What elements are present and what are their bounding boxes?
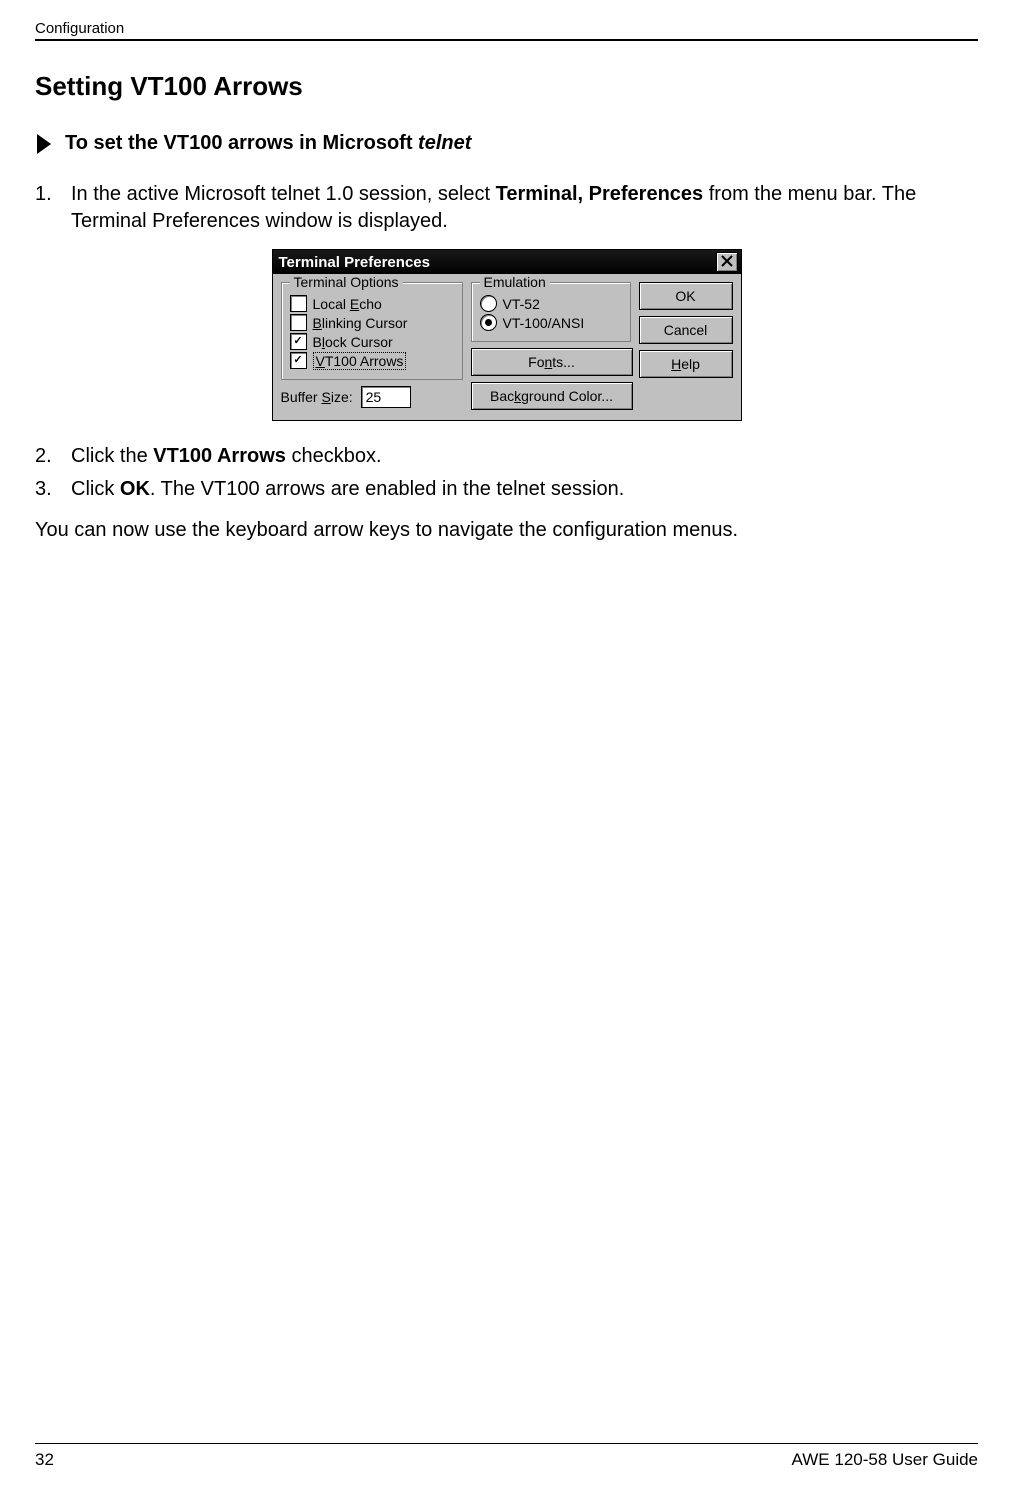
emulation-group: Emulation VT-52 VT-100/ANSI (471, 282, 631, 342)
terminal-options-group: Terminal Options Local Echo Blinking Cur… (281, 282, 463, 380)
col-left: Terminal Options Local Echo Blinking Cur… (281, 282, 463, 412)
buffer-size-row: Buffer Size: 25 (281, 386, 463, 408)
close-icon (721, 254, 733, 271)
terminal-preferences-dialog: Terminal Preferences Terminal Options Lo… (272, 249, 742, 421)
task-heading: To set the VT100 arrows in Microsoft tel… (35, 132, 978, 155)
header-rule (35, 39, 978, 41)
step-body: Click OK. The VT100 arrows are enabled i… (71, 476, 978, 503)
option-label: VT100 Arrows (313, 353, 407, 369)
radio-icon (480, 295, 497, 312)
buffer-label: Buffer Size: (281, 389, 353, 405)
text: checkbox. (286, 445, 382, 467)
page-number: 32 (35, 1450, 54, 1470)
text: In the active Microsoft telnet 1.0 sessi… (71, 183, 496, 205)
step-body: In the active Microsoft telnet 1.0 sessi… (71, 181, 978, 235)
col-mid: Emulation VT-52 VT-100/ANSI Fonts... (471, 282, 631, 412)
background-color-button[interactable]: Background Color... (471, 382, 633, 410)
step-number: 2. (35, 443, 57, 470)
step-2: 2. Click the VT100 Arrows checkbox. (35, 443, 978, 470)
option-label: Blinking Cursor (313, 315, 408, 331)
group-legend: Terminal Options (290, 274, 403, 290)
step-body: Click the VT100 Arrows checkbox. (71, 443, 978, 470)
step-number: 1. (35, 181, 57, 235)
button-label: OK (675, 288, 695, 304)
checkbox-icon: ✓ (290, 352, 307, 369)
text: . The VT100 arrows are enabled in the te… (150, 478, 624, 500)
button-label: Background Color... (490, 388, 613, 404)
fonts-button[interactable]: Fonts... (471, 348, 633, 376)
text: Click the (71, 445, 153, 467)
steps-list: 1. In the active Microsoft telnet 1.0 se… (35, 181, 978, 235)
option-label: VT-100/ANSI (503, 315, 585, 331)
steps-list-2: 2. Click the VT100 Arrows checkbox. 3. C… (35, 443, 978, 503)
button-label: Help (671, 356, 700, 372)
group-legend: Emulation (480, 274, 550, 290)
running-header: Configuration (35, 20, 978, 37)
text-bold: Terminal, Preferences (496, 183, 704, 205)
text-bold: VT100 Arrows (153, 445, 286, 467)
footer-rule (35, 1443, 978, 1444)
dialog-titlebar: Terminal Preferences (273, 250, 741, 274)
local-echo-option[interactable]: Local Echo (290, 295, 454, 312)
cancel-button[interactable]: Cancel (639, 316, 733, 344)
close-button[interactable] (716, 252, 738, 272)
vt52-radio[interactable]: VT-52 (480, 295, 622, 312)
button-label: Cancel (664, 322, 708, 338)
task-prefix: To set the VT100 arrows in Microsoft (65, 132, 418, 154)
blinking-cursor-option[interactable]: Blinking Cursor (290, 314, 454, 331)
help-button[interactable]: Help (639, 350, 733, 378)
text: Click (71, 478, 120, 500)
radio-icon (480, 314, 497, 331)
ok-button[interactable]: OK (639, 282, 733, 310)
procedure-arrow-icon (35, 133, 53, 155)
checkbox-icon (290, 295, 307, 312)
footer: 32 AWE 120-58 User Guide (35, 1443, 978, 1470)
buffer-size-input[interactable]: 25 (361, 386, 411, 408)
closing-paragraph: You can now use the keyboard arrow keys … (35, 517, 978, 544)
dialog-body: Terminal Options Local Echo Blinking Cur… (273, 274, 741, 420)
task-italic: telnet (418, 132, 471, 154)
button-label: Fonts... (528, 354, 575, 370)
col-right: OK Cancel Help (639, 282, 733, 412)
option-label: VT-52 (503, 296, 540, 312)
step-3: 3. Click OK. The VT100 arrows are enable… (35, 476, 978, 503)
section-title: Setting VT100 Arrows (35, 71, 978, 102)
text-bold: OK (120, 478, 150, 500)
dialog-title: Terminal Preferences (279, 254, 430, 271)
vt100-arrows-option[interactable]: ✓ VT100 Arrows (290, 352, 454, 369)
checkbox-icon (290, 314, 307, 331)
checkbox-icon: ✓ (290, 333, 307, 350)
step-number: 3. (35, 476, 57, 503)
option-label: Block Cursor (313, 334, 393, 350)
vt100-ansi-radio[interactable]: VT-100/ANSI (480, 314, 622, 331)
guide-title: AWE 120-58 User Guide (792, 1450, 978, 1470)
task-text: To set the VT100 arrows in Microsoft tel… (65, 132, 471, 155)
screenshot-wrap: Terminal Preferences Terminal Options Lo… (35, 249, 978, 421)
block-cursor-option[interactable]: ✓ Block Cursor (290, 333, 454, 350)
option-label: Local Echo (313, 296, 382, 312)
step-1: 1. In the active Microsoft telnet 1.0 se… (35, 181, 978, 235)
